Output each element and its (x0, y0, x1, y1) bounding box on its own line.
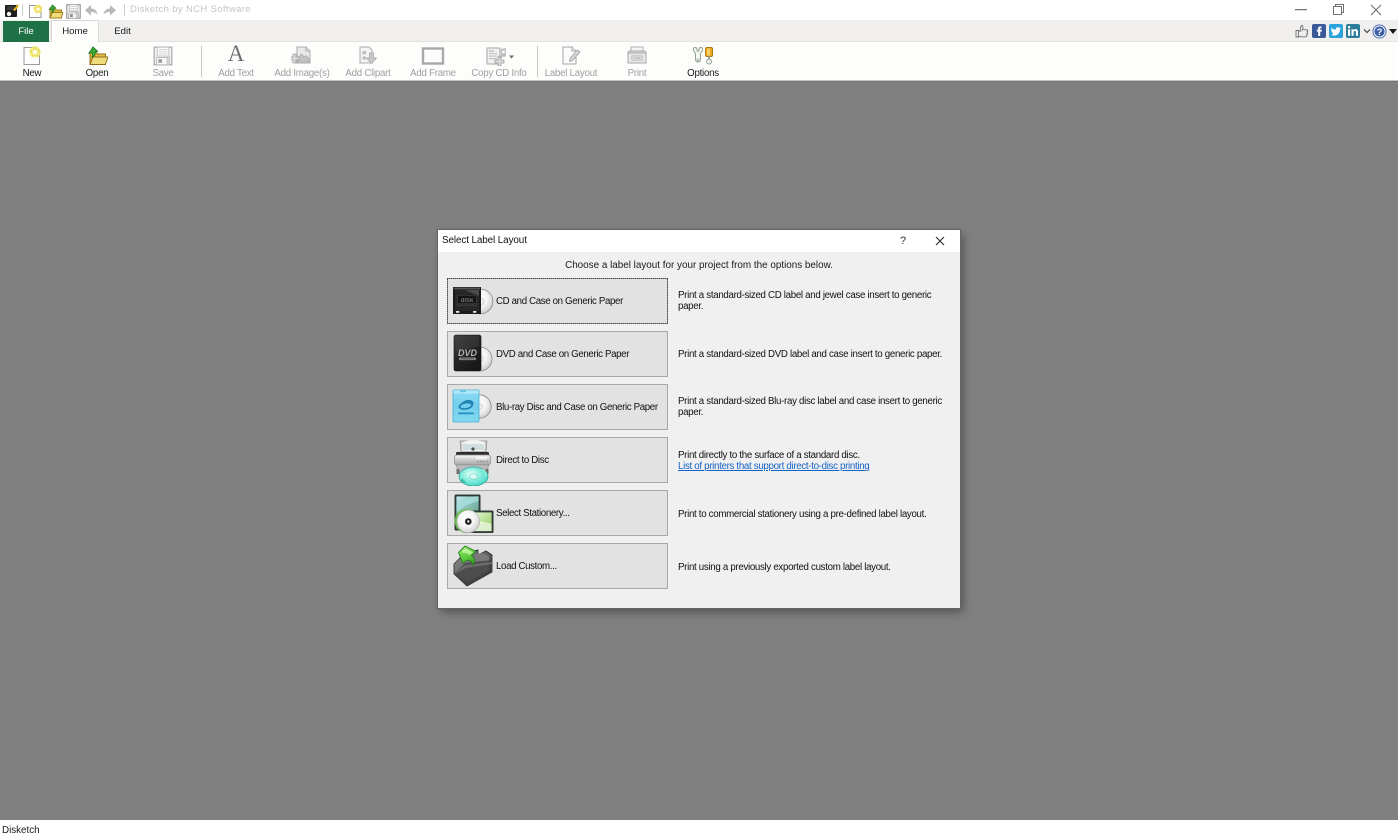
svg-text:?: ? (1377, 27, 1383, 38)
svg-text:dISk: dISk (461, 298, 474, 304)
svg-text:DVD: DVD (458, 348, 478, 358)
